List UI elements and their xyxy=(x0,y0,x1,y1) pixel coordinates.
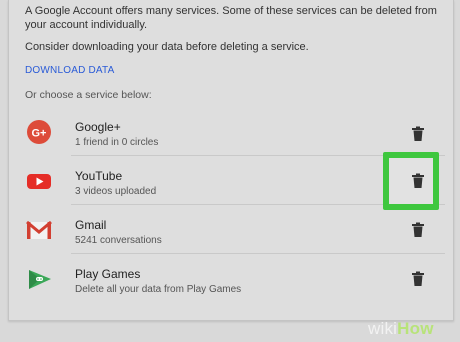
service-row-youtube: YouTube 3 videos uploaded xyxy=(25,157,445,205)
youtube-icon xyxy=(25,167,53,195)
delete-google-plus-trash-icon[interactable] xyxy=(411,126,425,142)
service-detail: 5241 conversations xyxy=(75,235,162,246)
service-detail: 1 friend in 0 circles xyxy=(75,137,159,148)
service-name: Gmail xyxy=(75,218,107,232)
google-plus-icon: G+ xyxy=(25,118,53,146)
service-name: Google+ xyxy=(75,120,121,134)
choose-service-label: Or choose a service below: xyxy=(25,89,152,101)
service-detail: Delete all your data from Play Games xyxy=(75,284,242,295)
delete-play-games-trash-icon[interactable] xyxy=(411,271,425,287)
consider-text: Consider downloading your data before de… xyxy=(25,41,309,53)
download-data-link[interactable]: DOWNLOAD DATA xyxy=(25,65,114,76)
intro-text: A Google Account offers many services. S… xyxy=(25,5,437,31)
play-games-icon xyxy=(25,265,53,293)
service-detail: 3 videos uploaded xyxy=(75,186,157,197)
service-row-google-plus: G+ Google+ 1 friend in 0 circles xyxy=(25,108,445,156)
delete-gmail-trash-icon[interactable] xyxy=(411,222,425,238)
delete-youtube-trash-icon[interactable] xyxy=(411,173,425,189)
service-name: YouTube xyxy=(75,169,123,183)
wikihow-watermark: wikiHow xyxy=(368,319,434,338)
svg-text:G+: G+ xyxy=(32,128,47,140)
service-name: Play Games xyxy=(75,267,141,281)
service-row-play-games: Play Games Delete all your data from Pla… xyxy=(25,255,445,303)
gmail-icon xyxy=(25,216,53,244)
service-row-gmail: Gmail 5241 conversations xyxy=(25,206,445,254)
row-divider xyxy=(71,253,445,254)
